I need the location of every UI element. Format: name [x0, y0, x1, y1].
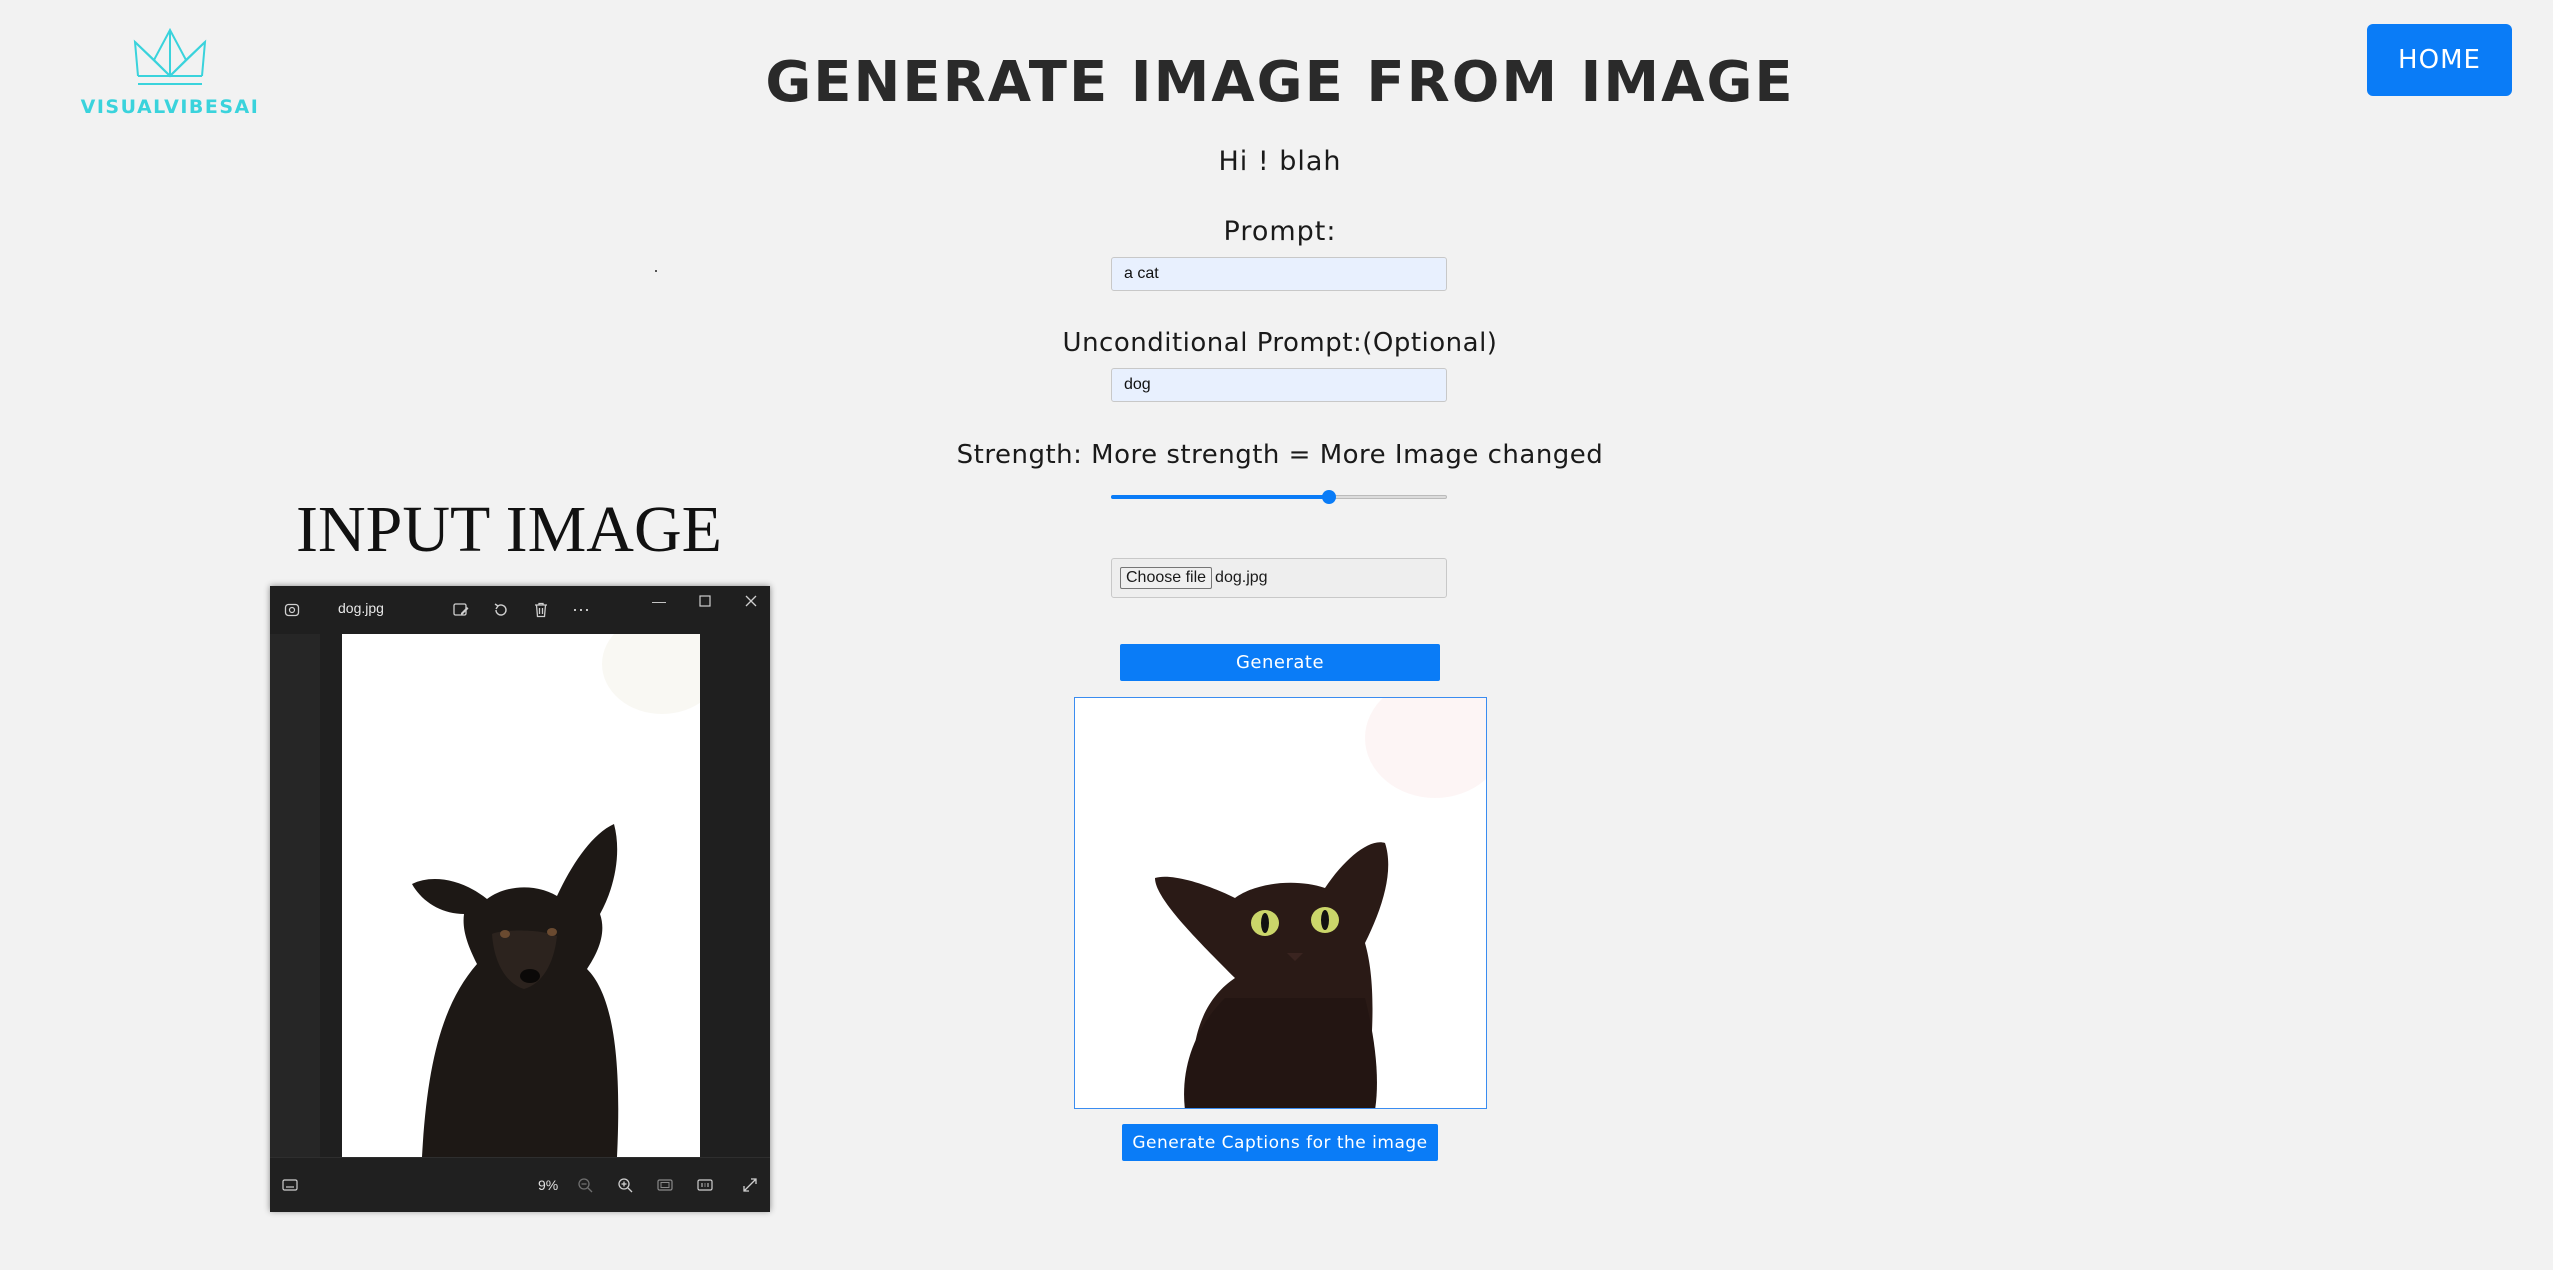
dog-photo — [342, 634, 700, 1157]
viewer-titlebar[interactable]: dog.jpg ⋯ — — [270, 586, 770, 634]
photos-app-icon — [282, 600, 302, 620]
zoom-in-icon[interactable] — [615, 1175, 635, 1195]
cat-image — [1075, 698, 1486, 1108]
choose-file-button[interactable]: Choose file — [1120, 567, 1213, 589]
page-title: GENERATE IMAGE FROM IMAGE — [765, 50, 1795, 115]
generated-image — [1074, 697, 1487, 1109]
prompt-input[interactable]: a cat — [1111, 257, 1447, 291]
greeting-text: Hi ! blah — [1218, 146, 1342, 177]
dog-image — [342, 634, 700, 1157]
rotate-icon[interactable] — [490, 599, 512, 621]
strength-label: Strength: More strength = More Image cha… — [956, 440, 1604, 470]
fullscreen-icon[interactable] — [740, 1175, 760, 1195]
prompt-label: Prompt: — [1223, 216, 1337, 247]
fit-to-window-icon[interactable] — [655, 1175, 675, 1195]
generate-button[interactable]: Generate — [1120, 644, 1440, 681]
selected-file-name: dog.jpg — [1215, 569, 1268, 586]
viewer-filename: dog.jpg — [338, 600, 384, 616]
actual-size-icon[interactable] — [695, 1175, 715, 1195]
zoom-out-icon[interactable] — [575, 1175, 595, 1195]
filmstrip-toggle-icon[interactable] — [280, 1175, 300, 1195]
maximize-icon[interactable] — [694, 590, 716, 612]
delete-icon[interactable] — [530, 599, 552, 621]
file-input[interactable]: Choose file dog.jpg — [1111, 558, 1447, 598]
more-options-icon[interactable]: ⋯ — [570, 599, 592, 621]
minimize-icon[interactable]: — — [648, 590, 670, 612]
input-image-title: INPUT IMAGE — [296, 493, 722, 566]
slider-fill — [1111, 495, 1330, 499]
viewer-statusbar: 9% — [270, 1157, 770, 1212]
slider-thumb[interactable] — [1322, 490, 1337, 504]
unconditional-prompt-label: Unconditional Prompt:(Optional) — [1062, 328, 1498, 358]
prompt-input-value: a cat — [1124, 265, 1159, 282]
generate-captions-button[interactable]: Generate Captions for the image — [1122, 1124, 1438, 1161]
edit-image-icon[interactable] — [450, 599, 472, 621]
zoom-level: 9% — [538, 1177, 559, 1193]
viewer-filmstrip — [270, 634, 320, 1157]
photo-viewer-window[interactable]: dog.jpg ⋯ — 9% — [270, 586, 770, 1212]
stray-dot — [655, 270, 657, 272]
close-icon[interactable] — [740, 590, 762, 612]
unconditional-prompt-value: dog — [1124, 376, 1151, 393]
unconditional-prompt-input[interactable]: dog — [1111, 368, 1447, 402]
strength-slider[interactable] — [1111, 490, 1447, 504]
